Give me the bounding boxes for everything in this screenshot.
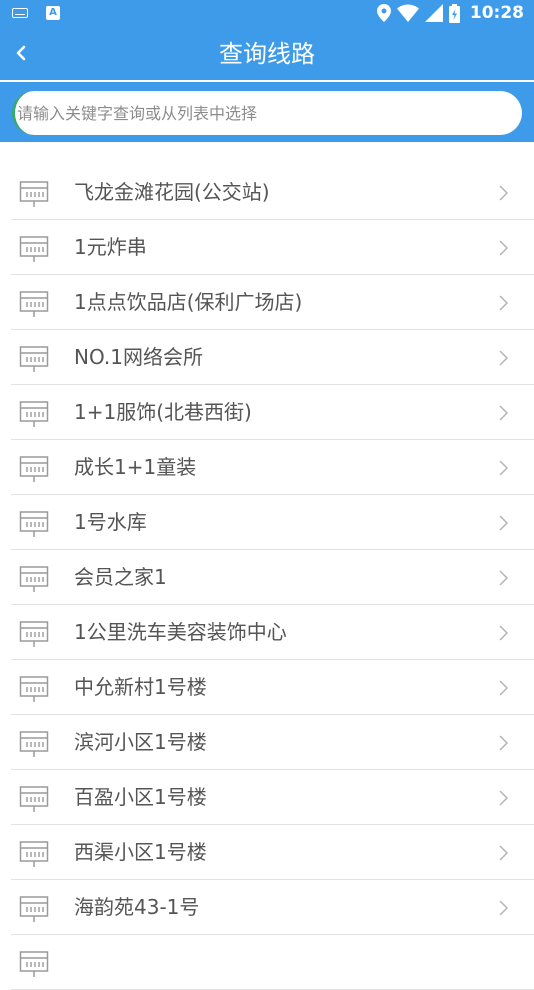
chevron-right-icon [498, 404, 510, 422]
list-item[interactable]: 中允新村1号楼 [11, 660, 534, 715]
list-item-label: 1点点饮品店(保利广场店) [74, 290, 303, 314]
search-input[interactable] [12, 91, 522, 135]
a-app-icon: A [46, 6, 60, 20]
list-item[interactable]: 1元炸串 [11, 220, 534, 275]
chevron-right-icon [498, 514, 510, 532]
list-item-label: 1元炸串 [74, 235, 147, 259]
list-item-label: 1公里洗车美容装饰中心 [74, 620, 287, 644]
list-item-label: 成长1+1童装 [74, 455, 197, 479]
list-item[interactable]: 海韵苑43-1号 [11, 880, 534, 935]
chevron-right-icon [498, 184, 510, 202]
bus-stop-icon [19, 399, 49, 429]
list-item-label: 中允新村1号楼 [74, 675, 207, 699]
list-item[interactable]: 飞龙金滩花园(公交站) [11, 165, 534, 220]
chevron-right-icon [498, 789, 510, 807]
chevron-right-icon [498, 844, 510, 862]
list-item[interactable]: 1公里洗车美容装饰中心 [11, 605, 534, 660]
list-item[interactable]: 1号水库 [11, 495, 534, 550]
status-left: A [12, 6, 60, 20]
list-item[interactable]: 1点点饮品店(保利广场店) [11, 275, 534, 330]
list-item[interactable]: 滨河小区1号楼 [11, 715, 534, 770]
chevron-right-icon [498, 459, 510, 477]
bus-stop-icon [19, 674, 49, 704]
chevron-right-icon [498, 679, 510, 697]
status-right: 10:28 [376, 3, 524, 23]
status-bar: A 10:28 [0, 0, 534, 28]
list-item-label: 滨河小区1号楼 [74, 730, 207, 754]
bus-stop-icon [19, 179, 49, 209]
list-item[interactable]: 会员之家1 [11, 550, 534, 605]
list-item-label: 百盈小区1号楼 [74, 785, 207, 809]
chevron-right-icon [498, 624, 510, 642]
list-item-label: 1号水库 [74, 510, 147, 534]
bus-stop-icon [19, 454, 49, 484]
list-item-label: 飞龙金滩花园(公交站) [74, 180, 270, 204]
route-list: 飞龙金滩花园(公交站) 1元炸串 1点点饮品店(保利广场店) NO.1网络会所 1+1服… [0, 165, 534, 990]
search-bar [0, 80, 534, 142]
bus-stop-icon [19, 509, 49, 539]
app-bar: 查询线路 [0, 28, 534, 80]
chevron-right-icon [498, 899, 510, 917]
list-item-label: 海韵苑43-1号 [74, 895, 200, 919]
bus-stop-icon [19, 344, 49, 374]
list-item-label: 会员之家1 [74, 565, 167, 589]
chevron-right-icon [498, 349, 510, 367]
list-item[interactable]: 西渠小区1号楼 [11, 825, 534, 880]
list-item[interactable]: 成长1+1童装 [11, 440, 534, 495]
keyboard-icon [12, 8, 28, 18]
chevron-right-icon [498, 239, 510, 257]
bus-stop-icon [19, 949, 49, 979]
wifi-icon [396, 4, 419, 22]
list-item-label: NO.1网络会所 [74, 345, 203, 369]
chevron-right-icon [498, 569, 510, 587]
bus-stop-icon [19, 564, 49, 594]
status-time: 10:28 [469, 3, 524, 23]
bus-stop-icon [19, 619, 49, 649]
signal-icon [424, 4, 443, 22]
chevron-right-icon [498, 294, 510, 312]
chevron-right-icon [498, 734, 510, 752]
location-icon [376, 4, 391, 22]
battery-icon [448, 3, 460, 23]
bus-stop-icon [19, 234, 49, 264]
list-item[interactable]: 1+1服饰(北巷西街) [11, 385, 534, 440]
page-title: 查询线路 [219, 40, 315, 68]
list-item[interactable]: NO.1网络会所 [11, 330, 534, 385]
list-item[interactable]: 百盈小区1号楼 [11, 770, 534, 825]
list-item-label: 西渠小区1号楼 [74, 840, 207, 864]
list-item[interactable] [11, 935, 534, 990]
bus-stop-icon [19, 289, 49, 319]
bus-stop-icon [19, 894, 49, 924]
bus-stop-icon [19, 784, 49, 814]
bus-stop-icon [19, 839, 49, 869]
list-item-label: 1+1服饰(北巷西街) [74, 400, 252, 424]
bus-stop-icon [19, 729, 49, 759]
